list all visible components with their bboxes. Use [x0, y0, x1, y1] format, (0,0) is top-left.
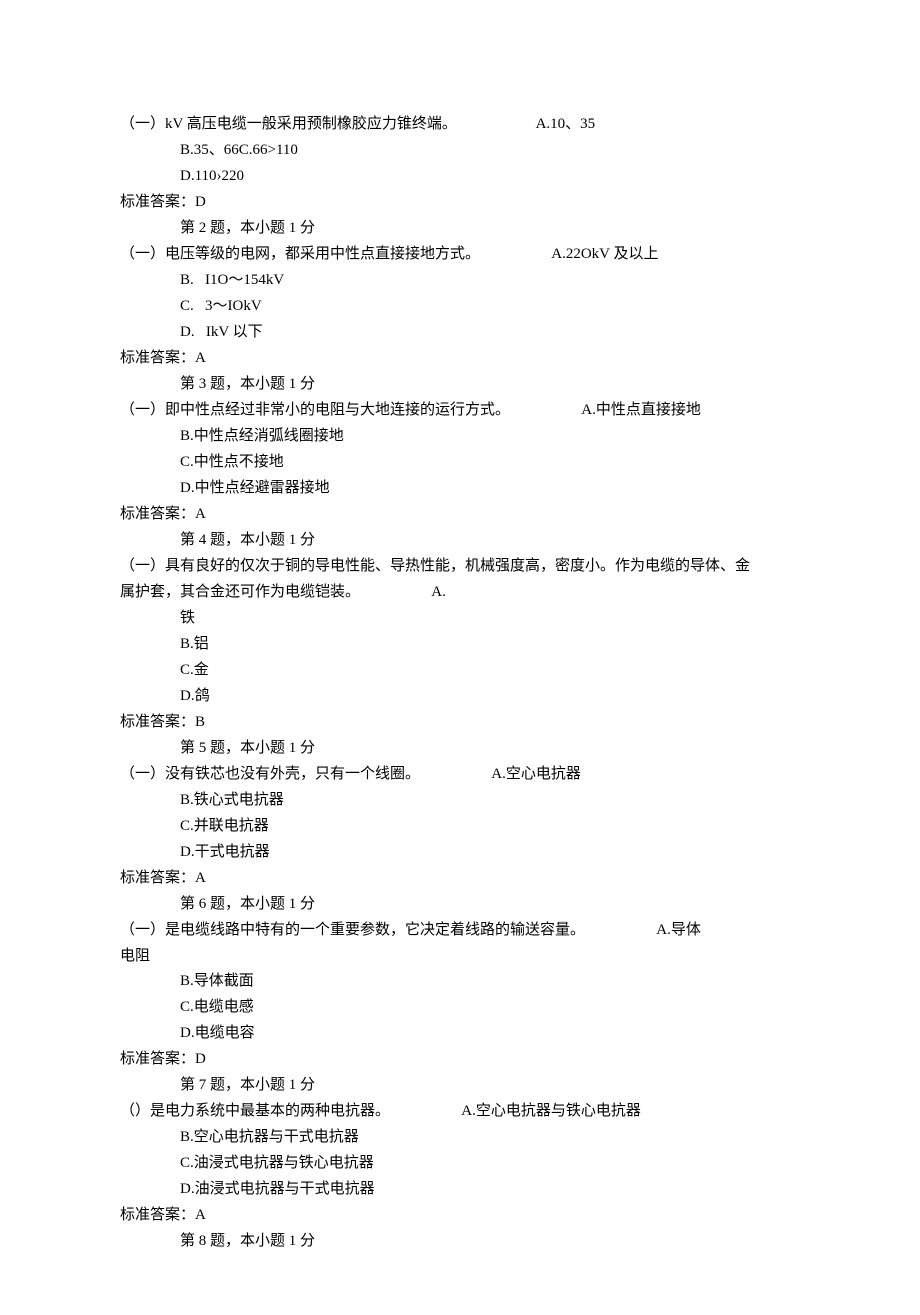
option-b: B.导体截面: [120, 969, 800, 995]
question-stem: （一）电压等级的电网，都采用中性点直接接地方式。 A.22OkV 及以上: [120, 242, 800, 268]
option-c: C.电缆电感: [120, 995, 800, 1021]
question-stem: （一）没有铁芯也没有外壳，只有一个线圈。 A.空心电抗器: [120, 762, 800, 788]
option-c: C.金: [120, 658, 800, 684]
answer-label: 标准答案：A: [120, 502, 800, 528]
stem-text: （一）是电缆线路中特有的一个重要参数，它决定着线路的输送容量。: [120, 922, 585, 938]
question-header: 第 7 题，本小题 1 分: [120, 1073, 800, 1099]
answer-label: 标准答案：A: [120, 866, 800, 892]
answer-label: 标准答案：A: [120, 1203, 800, 1229]
option-d: D.电缆电容: [120, 1021, 800, 1047]
answer-label: 标准答案：B: [120, 710, 800, 736]
option-b: B. I1O～154kV: [120, 268, 800, 294]
stem-text: 属护套，其合金还可作为电缆铠装。: [120, 584, 360, 600]
question-header: 第 4 题，本小题 1 分: [120, 528, 800, 554]
answer-label: 标准答案：D: [120, 1047, 800, 1073]
option-d: D.110›220: [120, 164, 800, 190]
stem-text: （一）即中性点经过非常小的电阻与大地连接的运行方式。: [120, 402, 510, 418]
question-stem: （一）kV 高压电缆一般采用预制橡胶应力锥终端。 A.10、35: [120, 112, 800, 138]
option-a-continued: 电阻: [120, 944, 800, 970]
question-stem-line1: （一）具有良好的仅次于铜的导电性能、导热性能，机械强度高，密度小。作为电缆的导体…: [120, 554, 800, 580]
question-header: 第 6 题，本小题 1 分: [120, 892, 800, 918]
option-c: C.并联电抗器: [120, 814, 800, 840]
option-a: A.导体: [656, 922, 701, 938]
option-c: C.中性点不接地: [120, 450, 800, 476]
option-d: D.鸽: [120, 684, 800, 710]
question-header: 第 8 题，本小题 1 分: [120, 1229, 800, 1255]
question-header: 第 2 题，本小题 1 分: [120, 216, 800, 242]
stem-text: （一）没有铁芯也没有外壳，只有一个线圈。: [120, 766, 420, 782]
option-b: B.35、66C.66>110: [120, 138, 800, 164]
stem-text: （）是电力系统中最基本的两种电抗器。: [120, 1103, 390, 1119]
question-stem: （一）即中性点经过非常小的电阻与大地连接的运行方式。 A.中性点直接接地: [120, 398, 800, 424]
option-a: A.10、35: [536, 116, 596, 132]
question-header: 第 3 题，本小题 1 分: [120, 372, 800, 398]
option-a: A.空心电抗器与铁心电抗器: [461, 1103, 641, 1119]
option-b: B.中性点经消弧线圈接地: [120, 424, 800, 450]
option-c: C.油浸式电抗器与铁心电抗器: [120, 1151, 800, 1177]
answer-label: 标准答案：A: [120, 346, 800, 372]
option-a: A.空心电抗器: [491, 766, 581, 782]
option-c: C. 3～IOkV: [120, 294, 800, 320]
question-stem-line2: 属护套，其合金还可作为电缆铠装。 A.: [120, 580, 800, 606]
question-header: 第 5 题，本小题 1 分: [120, 736, 800, 762]
question-stem: （）是电力系统中最基本的两种电抗器。 A.空心电抗器与铁心电抗器: [120, 1099, 800, 1125]
option-d: D.中性点经避雷器接地: [120, 476, 800, 502]
option-a: A.中性点直接接地: [581, 402, 701, 418]
option-d: D. IkV 以下: [120, 320, 800, 346]
answer-label: 标准答案：D: [120, 190, 800, 216]
stem-text: （一）电压等级的电网，都采用中性点直接接地方式。: [120, 246, 480, 262]
stem-text: （一）kV 高压电缆一般采用预制橡胶应力锥终端。: [120, 116, 457, 132]
question-stem: （一）是电缆线路中特有的一个重要参数，它决定着线路的输送容量。 A.导体: [120, 918, 800, 944]
option-a-text: 铁: [120, 606, 800, 632]
option-a-prefix: A.: [431, 584, 446, 600]
option-d: D.油浸式电抗器与干式电抗器: [120, 1177, 800, 1203]
option-b: B.铝: [120, 632, 800, 658]
option-b: B.铁心式电抗器: [120, 788, 800, 814]
option-b: B.空心电抗器与干式电抗器: [120, 1125, 800, 1151]
option-d: D.干式电抗器: [120, 840, 800, 866]
option-a: A.22OkV 及以上: [551, 246, 658, 262]
